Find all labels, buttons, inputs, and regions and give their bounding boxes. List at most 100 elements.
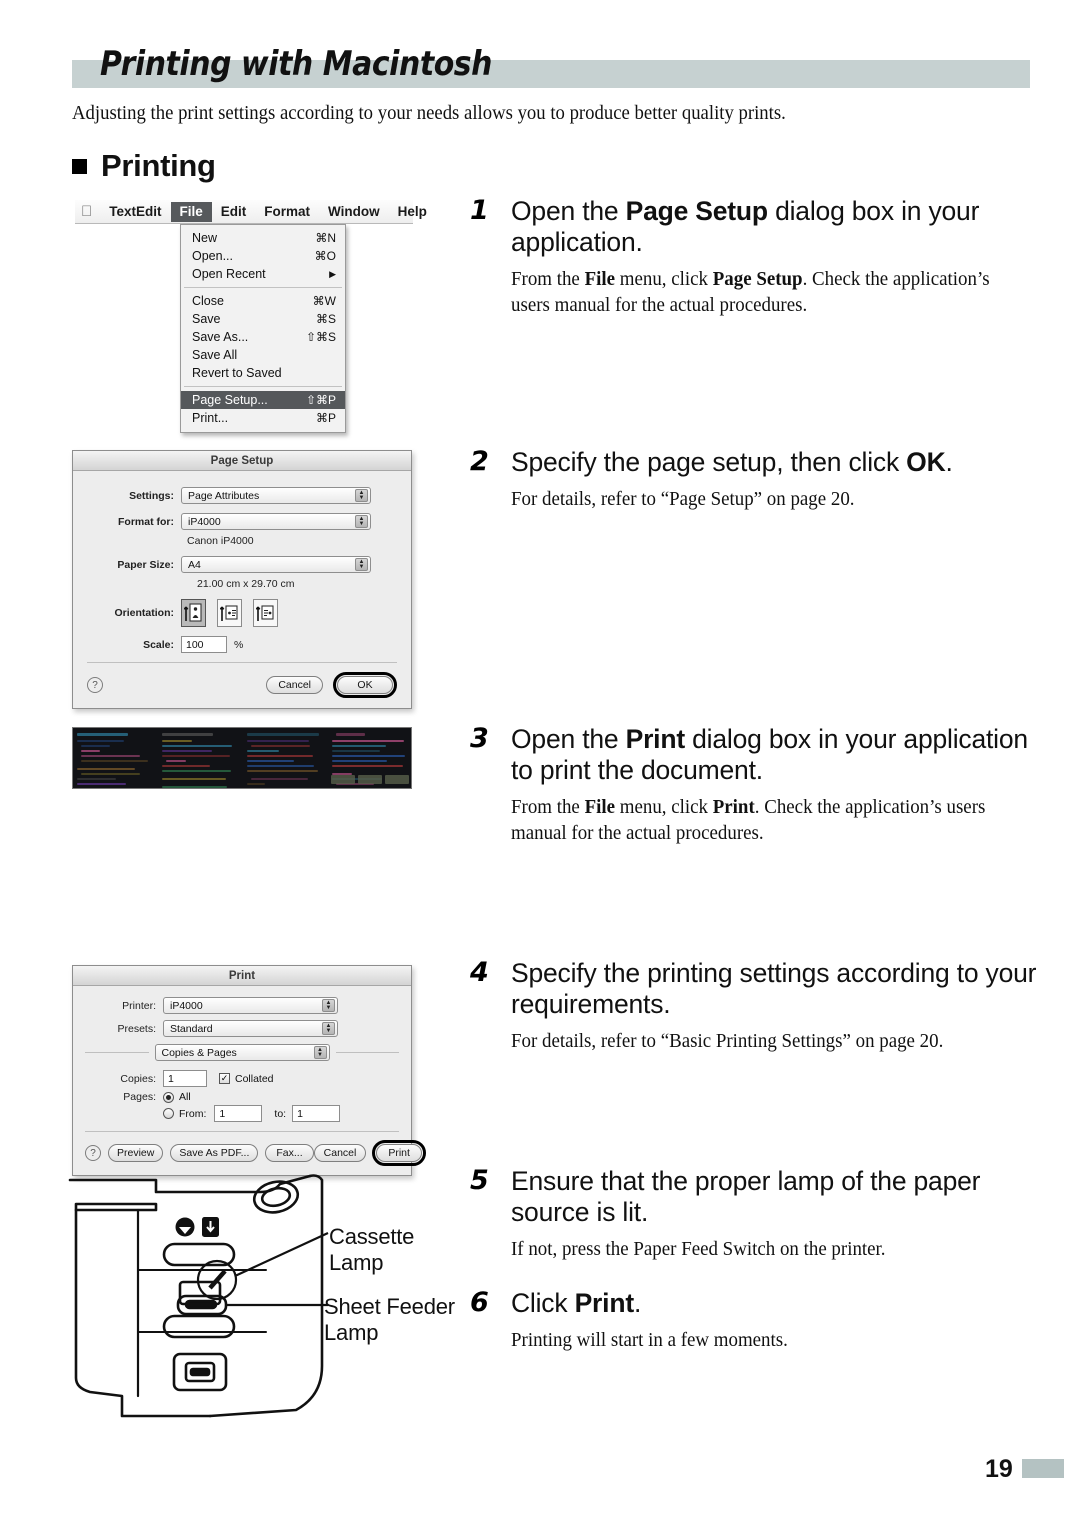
step-6-body: Printing will start in a few moments.: [511, 1330, 788, 1351]
apple-icon[interactable]: : [81, 204, 92, 220]
menu-item-label: Save All: [192, 348, 238, 362]
format-for-popup[interactable]: iP4000 ▲ ▼: [181, 513, 371, 530]
page-setup-dialog[interactable]: Page Setup Settings: Page Attributes ▲ ▼ …: [72, 450, 412, 709]
landscape-page-icon: [220, 605, 238, 621]
copies-input[interactable]: 1: [163, 1070, 207, 1087]
step-1-number: 1: [470, 195, 489, 226]
pages-from-input[interactable]: 1: [214, 1105, 263, 1122]
pages-all-radio[interactable]: [163, 1091, 174, 1103]
menu-item-open[interactable]: Open... ⌘O: [181, 247, 345, 265]
menu-item-label: Page Setup...: [192, 393, 268, 407]
fax-label: Fax...: [276, 1147, 303, 1159]
page-setup-cancel-label: Cancel: [278, 679, 311, 691]
menu-item-shortcut: ⇧⌘S: [305, 330, 336, 344]
orientation-portrait-button[interactable]: [181, 599, 206, 627]
menubar-item-help[interactable]: Help: [389, 202, 436, 222]
sheet-feeder-lamp-line1: Sheet Feeder: [324, 1294, 455, 1319]
pages-range-radio-group[interactable]: From:: [163, 1108, 206, 1120]
menu-item-page-setup[interactable]: Page Setup... ⇧⌘P: [181, 391, 345, 409]
chevron-updown-icon: ▲ ▼: [322, 1022, 335, 1035]
orientation-landscape-reverse-button[interactable]: [253, 599, 278, 627]
step-2: 2 Specify the page setup, then click OK.…: [470, 446, 1040, 513]
orientation-label: Orientation:: [114, 607, 175, 619]
menu-item-print[interactable]: Print... ⌘P: [181, 409, 345, 427]
orientation-landscape-button[interactable]: [217, 599, 242, 627]
scale-input[interactable]: 100: [181, 636, 227, 653]
step-3: 3 Open the Print dialog box in your appl…: [470, 723, 1040, 848]
print-help-button[interactable]: ?: [85, 1145, 101, 1161]
print-confirm-button[interactable]: Print: [376, 1144, 422, 1162]
menu-item-open-recent[interactable]: Open Recent ▶: [181, 265, 345, 283]
presets-value: Standard: [170, 1022, 213, 1035]
menubar-item-window[interactable]: Window: [319, 202, 389, 222]
print-dialog-divider: [85, 1131, 399, 1132]
collated-label: Collated: [235, 1072, 274, 1085]
pages-from-value: 1: [219, 1107, 226, 1120]
step-5: 5 Ensure that the proper lamp of the pap…: [470, 1165, 1040, 1263]
page-setup-ok-label: OK: [357, 679, 373, 691]
square-bullet-icon: [72, 158, 87, 174]
chevron-updown-icon: ▲ ▼: [355, 489, 368, 502]
textedit-menu-screenshot:  TextEditFileEditFormatWindowHelp New ⌘N…: [75, 200, 427, 433]
pages-all-radio-group[interactable]: All: [163, 1091, 191, 1103]
presets-popup[interactable]: Standard ▲ ▼: [163, 1020, 338, 1037]
paper-size-value: A4: [188, 558, 201, 571]
step-2-body: For details, refer to “Page Setup” on pa…: [511, 489, 855, 510]
preview-button[interactable]: Preview: [108, 1144, 164, 1162]
print-dialog-title: Print: [228, 969, 256, 982]
print-pane-popup[interactable]: Copies & Pages ▲ ▼: [154, 1044, 330, 1061]
menu-item-shortcut: ⌘N: [315, 231, 336, 245]
sheet-feeder-lamp-callout: Sheet Feeder Lamp: [324, 1294, 455, 1346]
file-menu-dropdown[interactable]: New ⌘N Open... ⌘O Open Recent ▶ Close ⌘W Save ⌘S S…: [180, 224, 346, 433]
print-cancel-button[interactable]: Cancel: [313, 1144, 367, 1162]
menu-item-label: Revert to Saved: [192, 366, 282, 380]
pages-to-input[interactable]: 1: [292, 1105, 341, 1122]
collated-checkbox-group[interactable]: ✓ Collated: [219, 1073, 274, 1085]
print-dialog[interactable]: Print Printer: iP4000 ▲ ▼ Presets: Standa…: [72, 965, 426, 1176]
page-setup-ok-ring: OK: [333, 672, 397, 698]
settings-value: Page Attributes: [188, 489, 260, 502]
step-5-number: 5: [470, 1165, 489, 1196]
menu-item-save-as[interactable]: Save As... ⇧⌘S: [181, 328, 345, 346]
menu-item-save-all[interactable]: Save All: [181, 346, 345, 364]
menu-item-revert-to-saved[interactable]: Revert to Saved: [181, 364, 345, 382]
print-confirm-ring: Print: [372, 1140, 426, 1166]
help-icon: ?: [90, 1147, 96, 1159]
page-setup-ok-button[interactable]: OK: [337, 676, 393, 694]
page-setup-cancel-button[interactable]: Cancel: [266, 676, 323, 694]
dialog-divider: [87, 662, 397, 663]
step-6-title: Click Print.: [511, 1288, 642, 1318]
printer-popup[interactable]: iP4000 ▲ ▼: [163, 997, 338, 1014]
collated-checkbox[interactable]: ✓: [219, 1073, 230, 1084]
menu-item-shortcut: ⌘O: [314, 249, 336, 263]
menubar-item-edit[interactable]: Edit: [212, 202, 256, 222]
printer-illustration: Cassette Lamp Sheet Feeder Lamp: [60, 1170, 460, 1430]
menu-item-label: Save: [192, 312, 221, 326]
menu-item-label: Save As...: [192, 330, 249, 344]
step-4-number: 4: [470, 957, 489, 988]
page-setup-titlebar: Page Setup: [73, 451, 411, 471]
page-header: Printing with Macintosh: [0, 44, 1080, 92]
menu-item-close[interactable]: Close ⌘W: [181, 292, 345, 310]
menu-item-save[interactable]: Save ⌘S: [181, 310, 345, 328]
menu-item-label: Open...: [192, 249, 233, 263]
document-thumbnail: [72, 727, 412, 789]
scale-value: 100: [186, 638, 204, 651]
scale-label: Scale:: [143, 638, 174, 651]
pages-range-radio[interactable]: [163, 1108, 174, 1119]
fax-button[interactable]: Fax...: [265, 1144, 314, 1162]
menu-item-new[interactable]: New ⌘N: [181, 229, 345, 247]
page-number: 19: [985, 1455, 1013, 1483]
step-6: 6 Click Print. Printing will start in a …: [470, 1287, 1040, 1354]
save-as-pdf-button[interactable]: Save As PDF...: [170, 1144, 259, 1162]
step-2-title: Specify the page setup, then click OK.: [511, 447, 953, 477]
menubar-item-format[interactable]: Format: [255, 202, 319, 222]
paper-size-popup[interactable]: A4 ▲ ▼: [181, 556, 371, 573]
help-button[interactable]: ?: [87, 677, 103, 693]
step-2-number: 2: [470, 446, 489, 477]
paper-size-label: Paper Size:: [117, 558, 174, 571]
settings-popup[interactable]: Page Attributes ▲ ▼: [181, 487, 371, 504]
print-dialog-titlebar: Print: [73, 966, 411, 986]
menubar-item-file[interactable]: File: [170, 201, 212, 222]
menubar-item-textedit[interactable]: TextEdit: [100, 202, 170, 222]
